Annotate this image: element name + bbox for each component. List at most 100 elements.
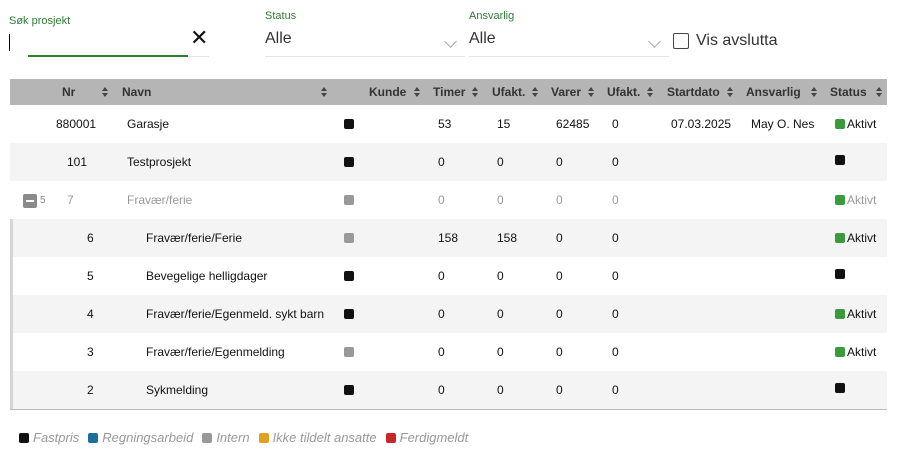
cell-navn: Bevegelige helligdager xyxy=(146,269,268,283)
cell-navn: Fravær/ferie/Egenmelding xyxy=(146,345,285,359)
column-header-kunde[interactable]: Kunde xyxy=(369,79,406,105)
table-row[interactable]: 6 Fravær/ferie/Ferie 158 158 0 0 Aktivt xyxy=(10,219,887,257)
status-indicator xyxy=(835,347,845,357)
cell-ufakt-varer: 0 xyxy=(612,269,619,283)
legend-item-intern: Intern xyxy=(202,430,250,445)
status-text: Aktivt xyxy=(847,345,877,359)
sort-icon[interactable] xyxy=(102,87,109,97)
table-row[interactable]: 5 Bevegelige helligdager 0 0 0 0 xyxy=(10,257,887,295)
table-row[interactable]: 101 Testprosjekt 0 0 0 0 xyxy=(10,143,887,181)
column-header-ansvarlig[interactable]: Ansvarlig xyxy=(746,79,801,105)
cell-nr: 5 xyxy=(87,269,94,283)
cell-navn: Fravær/ferie/Ferie xyxy=(146,231,243,245)
cell-timer: 0 xyxy=(438,383,445,397)
table-row[interactable]: 3 Fravær/ferie/Egenmelding 0 0 0 0 Aktiv… xyxy=(10,333,887,371)
status-indicator xyxy=(835,269,845,279)
cell-status: Aktivt xyxy=(835,307,876,321)
search-underline xyxy=(28,55,188,57)
project-type-indicator xyxy=(344,271,354,281)
column-header-timer[interactable]: Timer xyxy=(433,79,465,105)
sort-icon[interactable] xyxy=(472,87,479,97)
project-type-indicator xyxy=(344,119,354,129)
column-header-ufakt-varer[interactable]: Ufakt. xyxy=(607,79,640,105)
status-text: Aktivt xyxy=(847,193,877,207)
table-row-group[interactable]: 5 7 Fravær/ferie 0 0 0 0 Aktivt xyxy=(10,181,887,219)
legend-item-ferdigmeldt: Ferdigmeldt xyxy=(385,430,468,445)
legend-item-fastpris: Fastpris xyxy=(19,430,79,445)
search-project-field[interactable]: Søk prosjekt ✕ xyxy=(9,15,209,59)
cell-timer: 0 xyxy=(438,269,445,283)
ansvarlig-select[interactable]: Ansvarlig Alle xyxy=(469,10,669,58)
column-header-status[interactable]: Status xyxy=(830,79,867,105)
sort-icon[interactable] xyxy=(588,87,595,97)
cell-varer: 0 xyxy=(556,383,563,397)
status-underline xyxy=(265,56,465,57)
cell-varer: 0 xyxy=(556,193,563,207)
cell-timer: 158 xyxy=(438,231,459,245)
table-row[interactable]: 2 Sykmelding 0 0 0 0 xyxy=(10,371,887,409)
ansvarlig-value: Alle xyxy=(469,30,496,47)
cell-ufakt-varer: 0 xyxy=(612,193,619,207)
status-indicator xyxy=(835,195,845,205)
cell-varer: 62485 xyxy=(556,117,590,131)
project-type-indicator xyxy=(344,195,354,205)
status-text: Aktivt xyxy=(847,117,877,131)
sort-icon[interactable] xyxy=(647,87,654,97)
table-header: Nr Navn Kunde Timer Ufakt. Varer Ufakt. … xyxy=(10,79,887,105)
text-cursor xyxy=(9,34,10,51)
cell-timer: 0 xyxy=(438,307,445,321)
sort-icon[interactable] xyxy=(727,87,734,97)
cell-ufakt-timer: 0 xyxy=(497,345,504,359)
legend-label: Regningsarbeid xyxy=(102,430,194,445)
column-header-ufakt-timer[interactable]: Ufakt. xyxy=(492,79,525,105)
cell-ufakt-varer: 0 xyxy=(612,383,619,397)
checkbox-icon[interactable] xyxy=(673,33,689,49)
sort-icon[interactable] xyxy=(811,87,818,97)
project-type-indicator xyxy=(344,309,354,319)
vis-avslutta-label: Vis avslutta xyxy=(696,32,778,49)
sort-icon[interactable] xyxy=(532,87,539,97)
column-header-nr[interactable]: Nr xyxy=(62,79,75,105)
cell-timer: 0 xyxy=(438,155,445,169)
legend-swatch xyxy=(88,432,99,443)
cell-ufakt-varer: 0 xyxy=(612,117,619,131)
cell-ufakt-timer: 15 xyxy=(497,117,511,131)
table-row[interactable]: 4 Fravær/ferie/Egenmeld. sykt barn 0 0 0… xyxy=(10,295,887,333)
cell-ansvarlig: May O. Nes xyxy=(751,117,815,131)
cell-varer: 0 xyxy=(556,231,563,245)
cell-ufakt-timer: 0 xyxy=(497,307,504,321)
legend-swatch xyxy=(19,432,29,443)
column-header-varer[interactable]: Varer xyxy=(551,79,581,105)
sort-icon[interactable] xyxy=(321,87,328,97)
cell-nr: 101 xyxy=(67,155,88,169)
cell-timer: 0 xyxy=(438,345,445,359)
status-text: Aktivt xyxy=(847,307,877,321)
project-table: Nr Navn Kunde Timer Ufakt. Varer Ufakt. … xyxy=(10,79,887,410)
status-value: Alle xyxy=(265,30,292,47)
sort-icon[interactable] xyxy=(876,87,883,97)
legend-swatch xyxy=(385,432,396,443)
legend-label: Ikke tildelt ansatte xyxy=(272,430,377,445)
cell-timer: 0 xyxy=(438,193,445,207)
cell-ufakt-timer: 158 xyxy=(497,231,518,245)
cell-ufakt-timer: 0 xyxy=(497,269,504,283)
table-row[interactable]: 880001 Garasje 53 15 62485 0 07.03.2025 … xyxy=(10,105,887,143)
cell-nr: 4 xyxy=(87,307,94,321)
cell-varer: 0 xyxy=(556,155,563,169)
clear-search-icon[interactable]: ✕ xyxy=(190,27,208,49)
legend-swatch xyxy=(258,432,269,443)
collapse-icon[interactable] xyxy=(23,194,37,208)
column-header-navn[interactable]: Navn xyxy=(122,79,151,105)
vis-avslutta-checkbox[interactable]: Vis avslutta xyxy=(673,31,778,51)
cell-status: Aktivt xyxy=(835,345,876,359)
cell-nr: 880001 xyxy=(56,117,97,131)
column-header-startdato[interactable]: Startdato xyxy=(667,79,720,105)
cell-status xyxy=(835,269,847,279)
table-bottom-border xyxy=(10,409,887,410)
cell-ufakt-varer: 0 xyxy=(612,155,619,169)
cell-nr: 3 xyxy=(87,345,94,359)
sort-icon[interactable] xyxy=(414,87,421,97)
cell-navn: Garasje xyxy=(127,117,170,131)
cell-navn: Testprosjekt xyxy=(127,155,192,169)
status-select[interactable]: Status Alle xyxy=(265,10,465,58)
